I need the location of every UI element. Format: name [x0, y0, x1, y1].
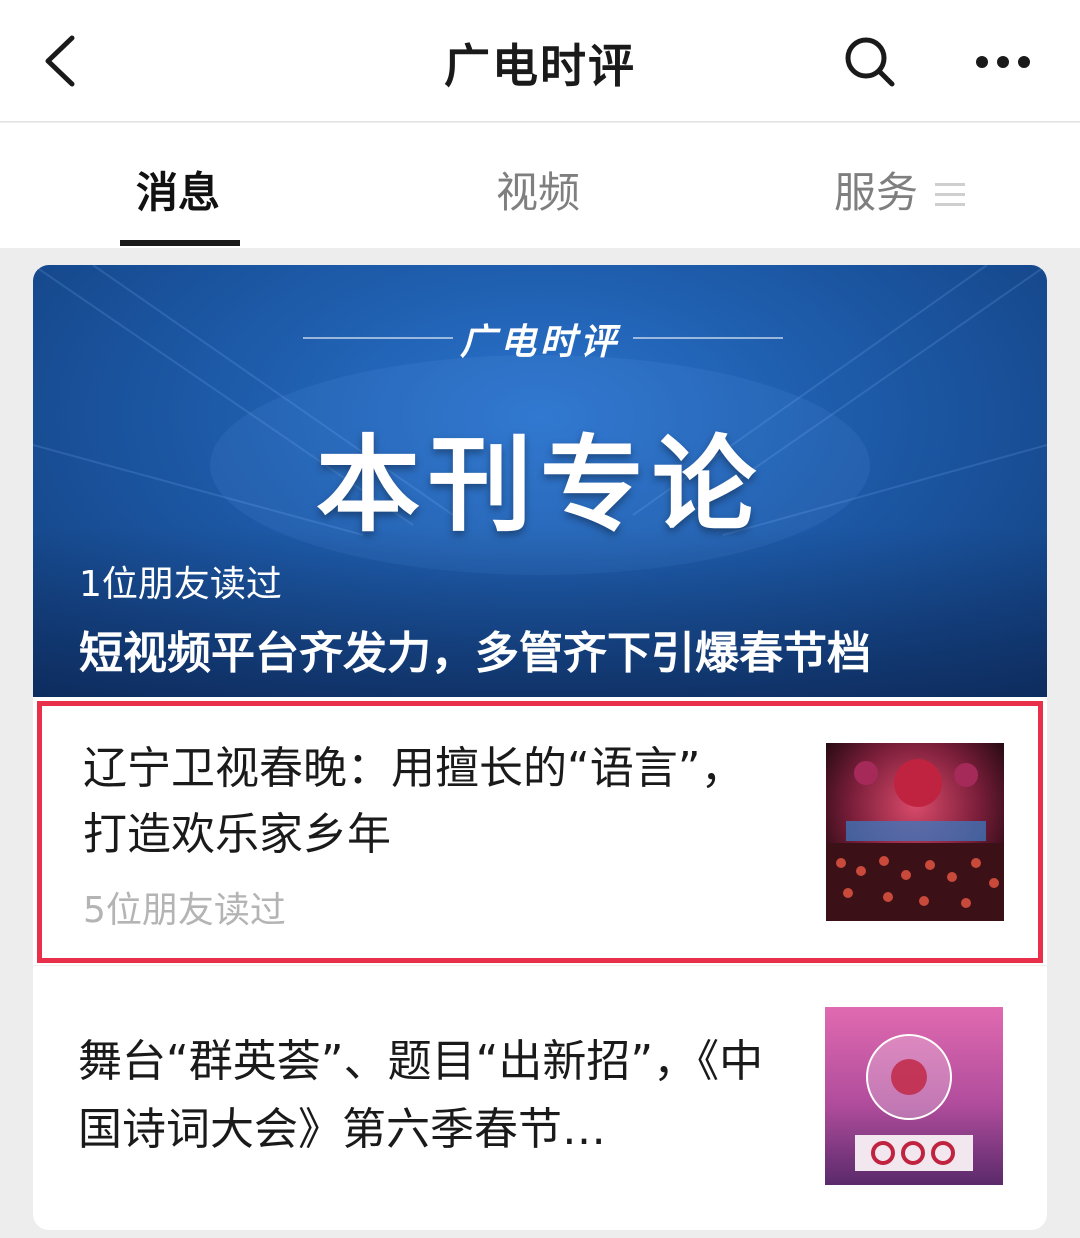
- page-title: 广电时评: [444, 39, 636, 93]
- more-button[interactable]: [968, 30, 1038, 94]
- search-button[interactable]: [838, 30, 902, 94]
- menu-lines-icon: [935, 183, 965, 206]
- trophy-image-icon: [825, 1007, 1003, 1185]
- tab-messages[interactable]: 消息: [136, 159, 220, 220]
- featured-banner[interactable]: 广电时评 本刊专论 1位朋友读过 短视频平台齐发力，多管齐下引爆春节档: [33, 265, 1047, 697]
- article-readers-count: 5位朋友读过: [83, 890, 286, 931]
- stage-image-icon: [826, 743, 1004, 921]
- tab-videos[interactable]: 视频: [496, 159, 580, 220]
- active-tab-indicator: [120, 240, 240, 246]
- brand-divider-right: [633, 337, 783, 339]
- banner-brand: 广电时评: [459, 321, 620, 363]
- article-thumbnail: [826, 743, 1004, 921]
- article-title: 辽宁卫视春晚：用擅长的“语言”，打造欢乐家乡年: [83, 743, 745, 860]
- top-bar: 广电时评: [0, 0, 1080, 122]
- search-icon: [845, 37, 895, 87]
- banner-article-title: 短视频平台齐发力，多管齐下引爆春节档: [79, 628, 871, 679]
- tab-services[interactable]: 服务: [834, 159, 918, 220]
- article-card: 广电时评 本刊专论 1位朋友读过 短视频平台齐发力，多管齐下引爆春节档 辽宁卫视…: [33, 265, 1047, 1230]
- list-item-highlighted[interactable]: 辽宁卫视春晚：用擅长的“语言”，打造欢乐家乡年 5位朋友读过: [37, 701, 1043, 963]
- app-screen: 广电时评 消息 视频 服务 广电时评 本刊专论 1位朋友读过 短视频平台齐发力，…: [0, 0, 1080, 1238]
- tab-bar: 消息 视频 服务: [0, 123, 1080, 248]
- article-title: 舞台“群英荟”、题目“出新招”，《中国诗词大会》第六季春节…: [78, 1036, 764, 1155]
- article-thumbnail[interactable]: [825, 1007, 1003, 1185]
- banner-readers-count: 1位朋友读过: [79, 564, 282, 605]
- more-dots-icon: [976, 56, 1030, 68]
